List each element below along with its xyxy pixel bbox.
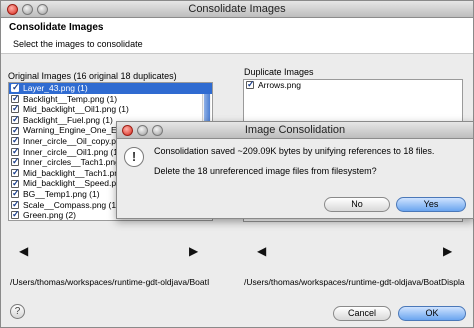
item-label: Inner_circles__Tach1.png [23, 157, 120, 168]
original-image-row[interactable]: Mid_backlight__Oil1.png (1) [9, 103, 212, 115]
item-checkbox[interactable] [11, 209, 20, 220]
item-label: Mid_backlight__Oil1.png (1) [23, 104, 129, 115]
item-checkbox[interactable] [11, 125, 20, 135]
duplicate-images-label: Duplicate Images [244, 67, 314, 77]
item-checkbox[interactable] [11, 93, 20, 103]
ok-button[interactable]: OK [398, 306, 466, 321]
item-checkbox[interactable] [11, 83, 20, 93]
item-label: Backlight__Fuel.png (1) [23, 114, 113, 125]
item-label: Inner_circle__Oil_copy.pn [23, 135, 121, 146]
page-title: Consolidate Images [9, 22, 104, 33]
page-subtitle: Select the images to consolidate [13, 39, 143, 49]
item-label: Warning_Engine_One_E1. [23, 125, 124, 136]
yes-button[interactable]: Yes [396, 197, 466, 212]
previous-arrow-icon[interactable]: ◀ [19, 244, 28, 258]
original-image-row[interactable]: Layer_43.png (1) [9, 83, 212, 94]
item-label: Backlight__Temp.png (1) [23, 93, 118, 104]
window-titlebar: Consolidate Images [1, 1, 473, 18]
duplicate-previous-arrow-icon[interactable]: ◀ [257, 244, 266, 258]
item-label: Layer_43.png (1) [23, 83, 88, 93]
item-checkbox[interactable] [11, 114, 20, 125]
original-image-row[interactable]: Backlight__Temp.png (1) [9, 93, 212, 105]
duplicate-image-path: /Users/thomas/workspaces/runtime-gdt-old… [244, 277, 465, 287]
item-label: BG__Temp1.png (1) [23, 188, 100, 199]
item-checkbox[interactable] [11, 103, 20, 114]
warning-icon: ! [124, 147, 144, 167]
dialog-message-saved: Consolidation saved ~209.09K bytes by un… [154, 146, 435, 156]
item-checkbox[interactable] [11, 178, 20, 188]
item-checkbox[interactable] [11, 167, 20, 178]
original-image-path: /Users/thomas/workspaces/runtime-gdt-old… [10, 277, 210, 287]
no-button[interactable]: No [324, 197, 390, 212]
window-title: Consolidate Images [188, 3, 286, 15]
dialog-title: Image Consolidation [244, 124, 346, 136]
image-consolidation-dialog: Image Consolidation ! Consolidation save… [116, 121, 474, 219]
dialog-titlebar: Image Consolidation [117, 122, 473, 139]
item-label: Arrows.png [258, 80, 301, 90]
duplicate-next-arrow-icon[interactable]: ▶ [443, 244, 452, 258]
item-label: Inner_circle__Oil1.png (1 [23, 146, 118, 157]
dialog-message-question: Delete the 18 unreferenced image files f… [154, 166, 377, 176]
item-checkbox[interactable] [11, 199, 20, 209]
item-label: Mid_backlight__Speed.pn [23, 178, 121, 189]
help-icon[interactable]: ? [10, 304, 25, 319]
item-checkbox[interactable] [246, 80, 255, 90]
wizard-header: Consolidate Images Select the images to … [1, 18, 473, 54]
cancel-button[interactable]: Cancel [333, 306, 391, 321]
next-arrow-icon[interactable]: ▶ [189, 244, 198, 258]
item-checkbox[interactable] [11, 146, 20, 156]
item-label: Scale__Compass.png (1) [23, 199, 119, 210]
item-checkbox[interactable] [11, 135, 20, 146]
item-checkbox[interactable] [11, 188, 20, 199]
item-label: Green.png (2) [23, 210, 76, 221]
item-checkbox[interactable] [11, 156, 20, 167]
original-images-label: Original Images (16 original 18 duplicat… [8, 71, 177, 81]
duplicate-image-row[interactable]: Arrows.png [244, 80, 462, 91]
item-label: Mid_backlight__Tach1.png [23, 167, 124, 178]
